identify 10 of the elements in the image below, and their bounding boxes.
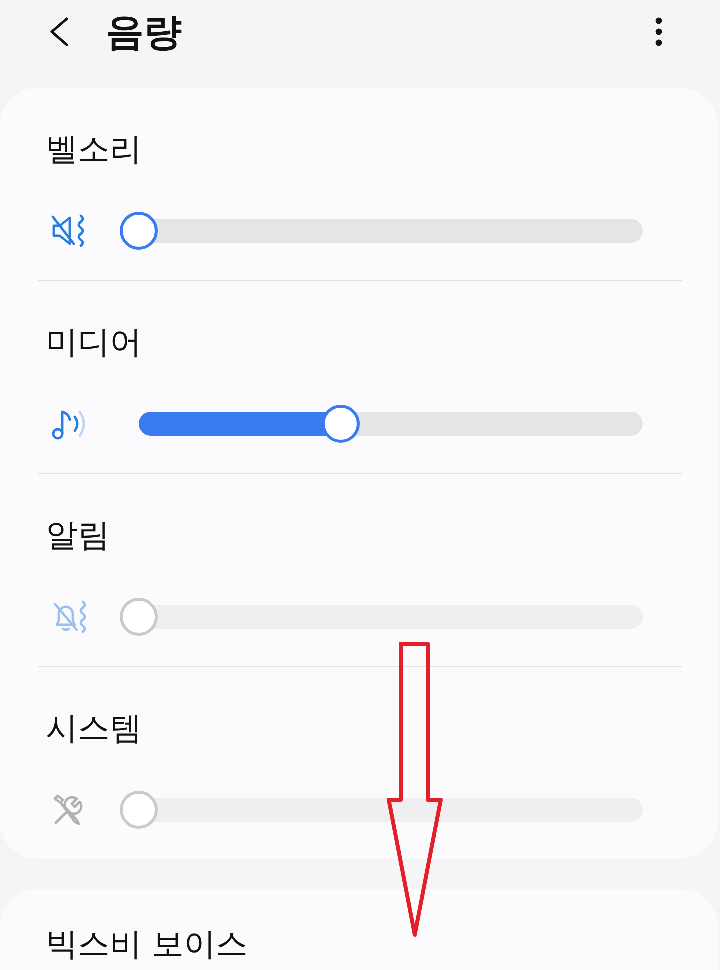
more-icon: [655, 17, 663, 47]
volume-label: 미디어: [46, 323, 142, 361]
back-icon: [48, 17, 70, 47]
slider-thumb[interactable]: [120, 212, 158, 250]
page-title: 음량: [106, 9, 182, 55]
volume-label: 알림: [46, 516, 110, 554]
setting-label[interactable]: 빅스비 보이스: [46, 925, 248, 963]
volume-label: 시스템: [46, 709, 142, 747]
more-button[interactable]: [655, 17, 663, 47]
volume-label: 벨소리: [46, 130, 142, 168]
